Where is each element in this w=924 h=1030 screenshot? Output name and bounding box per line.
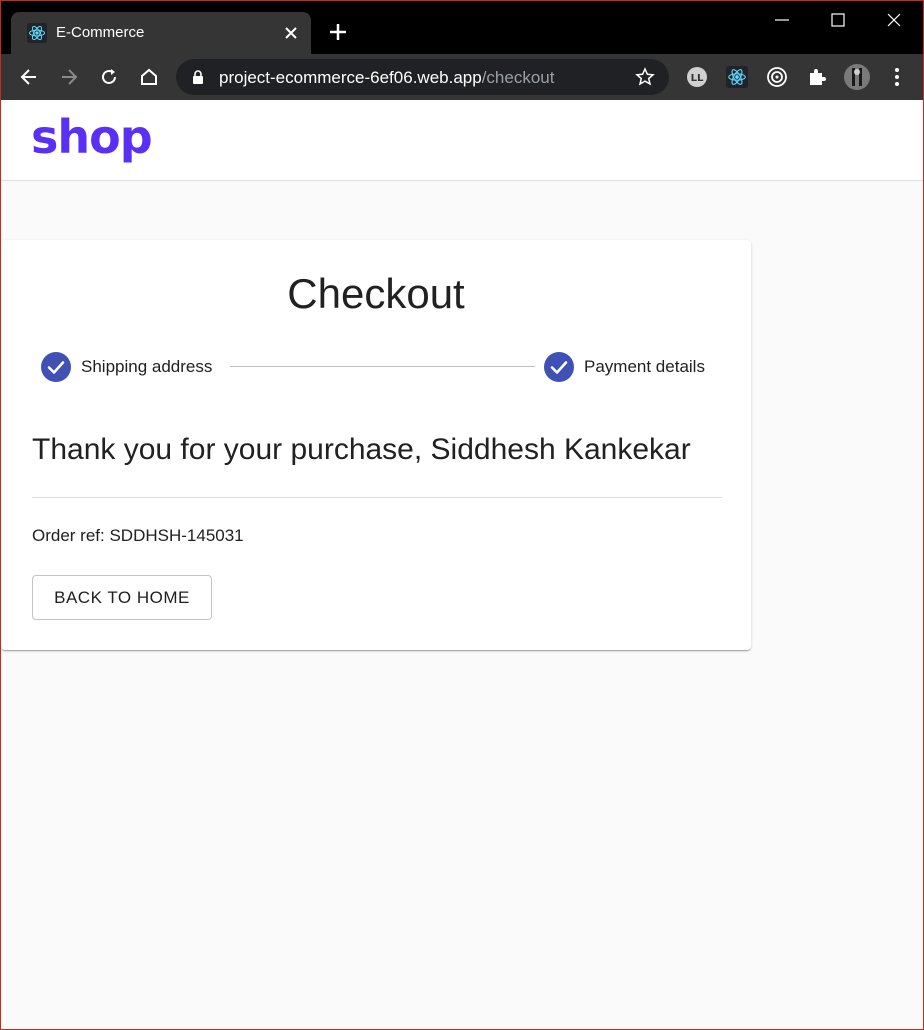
- reload-icon[interactable]: [98, 66, 120, 88]
- step-label-shipping: Shipping address: [81, 357, 213, 376]
- order-reference: Order ref: SDDHSH-145031: [32, 526, 244, 545]
- url-host: project-ecommerce-6ef06.web.app: [219, 68, 482, 87]
- browser-tab[interactable]: E-Commerce: [11, 12, 311, 54]
- divider: [32, 497, 722, 498]
- check-icon: [550, 361, 568, 374]
- page-title: Checkout: [287, 270, 465, 317]
- browser-titlebar: E-Commerce: [0, 0, 924, 54]
- step-connector: [230, 366, 535, 367]
- lock-icon: [193, 70, 203, 84]
- browser-toolbar: project-ecommerce-6ef06.web.app/checkout…: [0, 54, 924, 100]
- app-header: shop: [1, 100, 923, 181]
- extension-ll-icon[interactable]: LL: [686, 66, 708, 88]
- step-label-payment: Payment details: [584, 357, 705, 376]
- maximize-icon[interactable]: [828, 10, 848, 30]
- minimize-icon[interactable]: [772, 10, 792, 30]
- url-path: /checkout: [481, 68, 555, 87]
- react-icon: [27, 23, 47, 43]
- url-text: project-ecommerce-6ef06.web.app/checkout: [219, 68, 554, 88]
- extensions-puzzle-icon[interactable]: [806, 66, 828, 88]
- close-window-icon[interactable]: [884, 10, 904, 30]
- bookmark-star-icon[interactable]: [635, 67, 655, 87]
- step-completed-icon: [41, 352, 71, 382]
- menu-kebab-icon[interactable]: [886, 66, 908, 88]
- profile-avatar-icon[interactable]: [843, 63, 871, 91]
- new-tab-icon[interactable]: [328, 22, 348, 42]
- svg-text:LL: LL: [691, 73, 704, 84]
- tab-title: E-Commerce: [56, 24, 145, 41]
- target-extension-icon[interactable]: [766, 66, 788, 88]
- check-icon: [47, 361, 65, 374]
- thank-you-message: Thank you for your purchase, Siddhesh Ka…: [32, 433, 691, 466]
- react-devtools-icon[interactable]: [726, 66, 748, 88]
- step-completed-icon: [544, 352, 574, 382]
- back-to-home-button[interactable]: BACK TO HOME: [32, 575, 212, 620]
- home-icon[interactable]: [138, 66, 160, 88]
- address-bar[interactable]: project-ecommerce-6ef06.web.app/checkout: [176, 59, 669, 95]
- back-arrow-icon[interactable]: [18, 66, 40, 88]
- close-tab-icon[interactable]: [283, 25, 299, 41]
- forward-arrow-icon[interactable]: [58, 66, 80, 88]
- shop-logo[interactable]: shop: [31, 110, 153, 164]
- checkout-card: Checkout Shipping address Payment detail…: [1, 240, 751, 650]
